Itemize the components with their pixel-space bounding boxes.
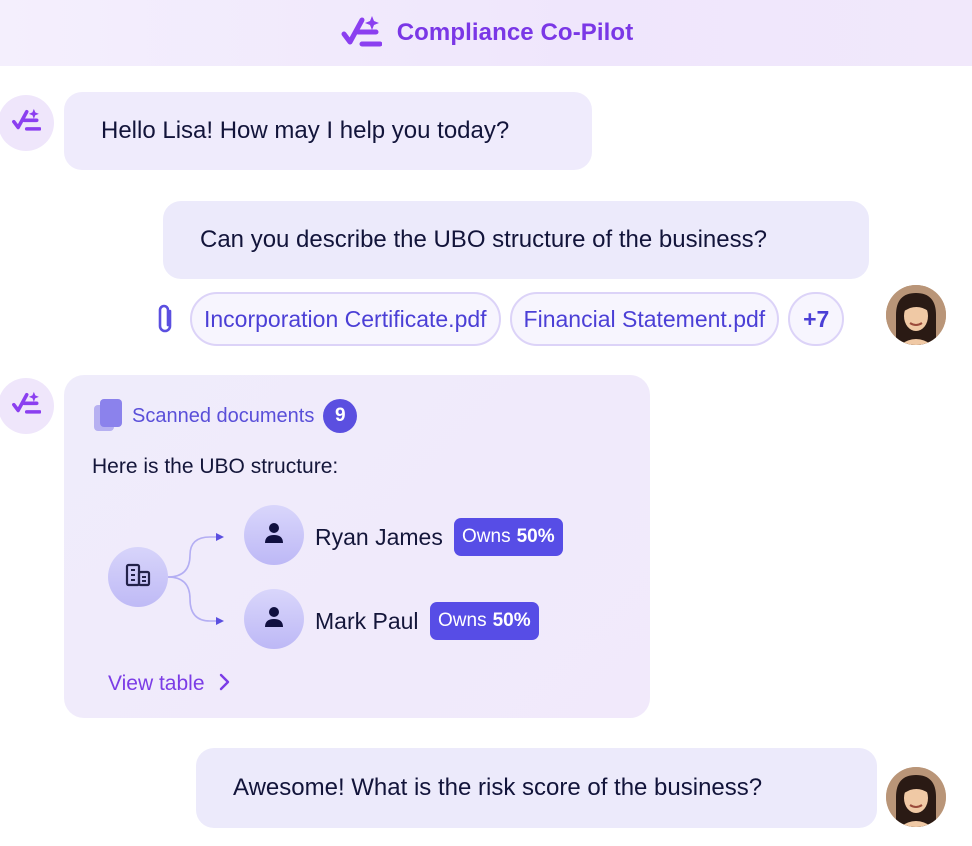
user-message-ubo-question: Can you describe the UBO structure of th… [163,201,869,279]
ubo-connector-lines [167,533,224,625]
message-text: Hello Lisa! How may I help you today? [101,117,510,144]
building-icon [123,560,153,595]
app-header: Compliance Co-Pilot [0,0,972,66]
ownership-badge: Owns 50% [430,602,539,640]
ownership-badge: Owns 50% [454,518,563,556]
user-avatar [886,767,946,827]
scanned-count-badge: 9 [323,399,358,433]
documents-icon [92,399,126,433]
user-avatar [886,285,946,345]
chevron-right-icon [219,673,231,696]
view-table-link[interactable]: View table [108,672,231,696]
view-table-label: View table [108,672,205,695]
message-text: Can you describe the UBO structure of th… [200,226,767,253]
bot-avatar [0,95,54,151]
ownership-label: Owns [438,610,487,631]
ownership-value: 50% [492,610,531,631]
attachments-row: Incorporation Certificate.pdf Financial … [150,292,853,346]
copilot-logo-icon [11,390,42,423]
person-icon [263,605,285,634]
ownership-value: 50% [516,526,555,547]
more-attachments-chip[interactable]: +7 [788,292,845,346]
copilot-logo-icon [339,13,383,53]
user-message-risk-question: Awesome! What is the risk score of the b… [196,748,877,828]
attachment-chip[interactable]: Incorporation Certificate.pdf [190,292,501,346]
person-icon [263,521,285,550]
paperclip-icon[interactable] [150,299,180,339]
owner-name: Mark Paul [315,608,419,634]
ubo-structure-card: Scanned documents 9 Here is the UBO stru… [64,375,650,718]
owner-name: Ryan James [315,524,443,550]
ubo-intro-text: Here is the UBO structure: [92,455,339,478]
app-title: Compliance Co-Pilot [396,19,634,46]
ownership-label: Owns [462,526,511,547]
bot-avatar [0,378,54,434]
owner-node [244,505,304,565]
bot-message-greeting: Hello Lisa! How may I help you today? [64,92,592,170]
copilot-logo-icon [11,107,42,140]
message-text: Awesome! What is the risk score of the b… [233,774,763,801]
attachment-chip[interactable]: Financial Statement.pdf [509,292,780,346]
scanned-documents-label: Scanned documents [132,404,315,427]
business-node [108,547,168,607]
owner-node [244,589,304,649]
scanned-documents[interactable]: Scanned documents 9 [92,399,358,433]
